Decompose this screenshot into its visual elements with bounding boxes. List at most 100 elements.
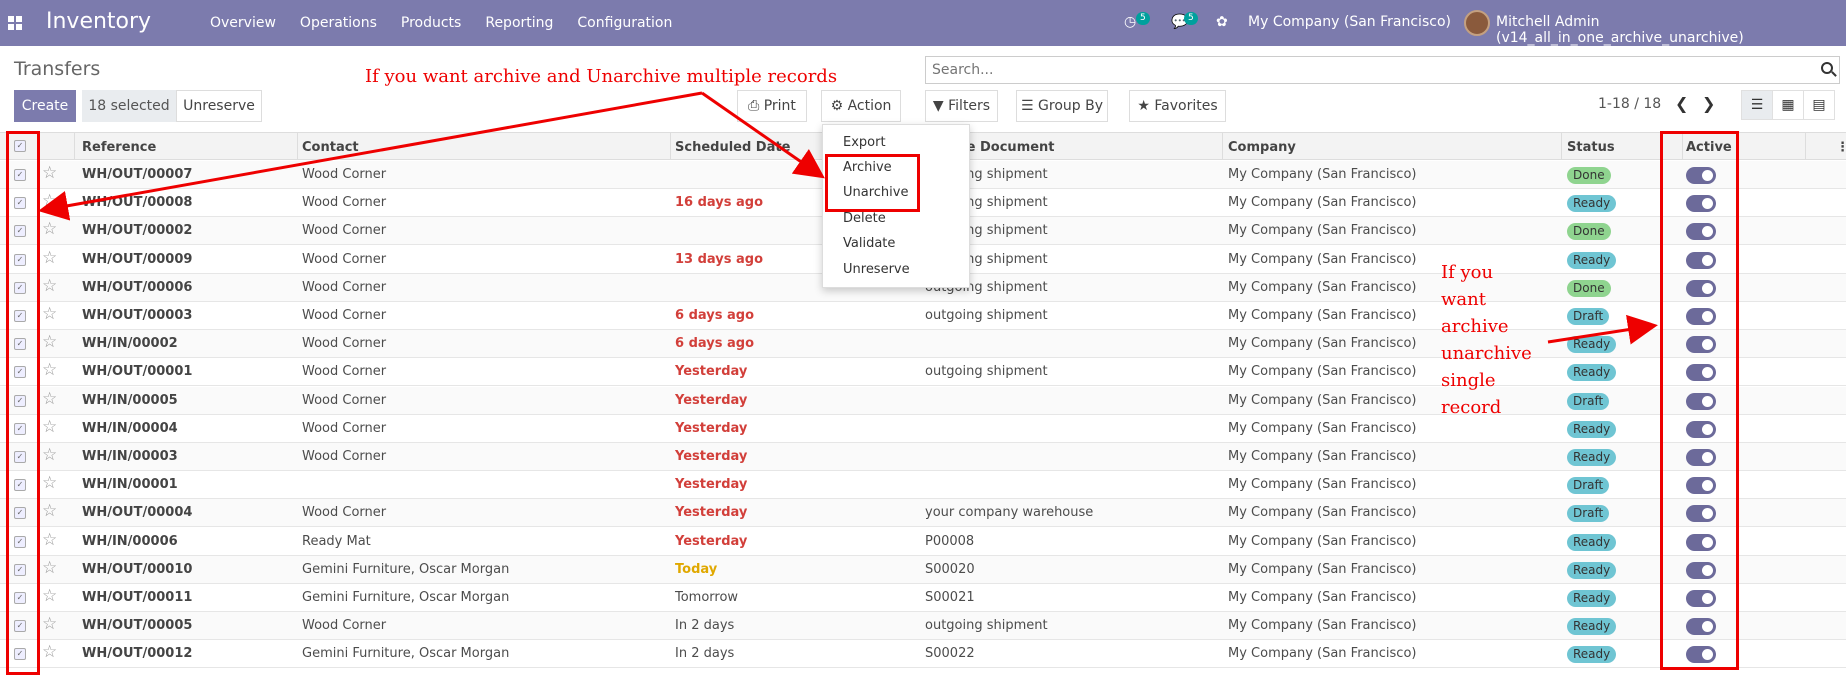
cell-source-document: outgoing shipment xyxy=(925,308,1048,323)
column-status[interactable]: Status xyxy=(1567,140,1615,155)
menu-overview[interactable]: Overview xyxy=(210,15,276,31)
debug-bug-icon[interactable]: ✿ xyxy=(1216,14,1228,30)
pager-value[interactable]: 1-18 / 18 xyxy=(1598,96,1661,112)
cell-contact: Wood Corner xyxy=(302,195,387,210)
priority-star-icon[interactable]: ☆ xyxy=(42,360,57,380)
favorites-button[interactable]: ★ Favorites xyxy=(1129,90,1226,122)
cell-reference: WH/OUT/00003 xyxy=(82,308,193,323)
annotation-multiple-records: If you want archive and Unarchive multip… xyxy=(365,66,838,87)
unreserve-button[interactable]: Unreserve xyxy=(176,90,262,122)
menu-item-export[interactable]: Export xyxy=(843,135,886,150)
cell-scheduled-date: 13 days ago xyxy=(675,252,764,267)
cell-company: My Company (San Francisco) xyxy=(1228,308,1417,323)
activity-clock-icon[interactable]: ◷ xyxy=(1124,14,1136,30)
priority-star-icon[interactable]: ☆ xyxy=(42,332,57,352)
cell-reference: WH/OUT/00005 xyxy=(82,618,193,633)
company-switcher[interactable]: My Company (San Francisco) xyxy=(1248,14,1451,30)
status-badge: Ready xyxy=(1567,618,1617,635)
priority-star-icon[interactable]: ☆ xyxy=(42,642,57,662)
cell-company: My Company (San Francisco) xyxy=(1228,618,1417,633)
cell-scheduled-date: In 2 days xyxy=(675,618,735,633)
app-name[interactable]: Inventory xyxy=(46,9,151,34)
menu-configuration[interactable]: Configuration xyxy=(577,15,672,31)
menu-item-unreserve[interactable]: Unreserve xyxy=(843,262,910,277)
menu-item-delete[interactable]: Delete xyxy=(843,211,886,226)
priority-star-icon[interactable]: ☆ xyxy=(42,191,57,211)
create-button[interactable]: Create xyxy=(14,90,76,122)
priority-star-icon[interactable]: ☆ xyxy=(42,586,57,606)
menu-reporting[interactable]: Reporting xyxy=(485,15,553,31)
table-row[interactable]: ✓ ☆ WH/OUT/00001 Wood Corner Yesterday outgoi… xyxy=(0,358,1846,386)
table-row[interactable]: ✓ ☆ WH/IN/00001 Yesterday My Company (San Fr… xyxy=(0,471,1846,499)
checkbox-column-highlight-box xyxy=(6,131,40,675)
calendar-view-icon[interactable]: ▤ xyxy=(1803,90,1835,120)
priority-star-icon[interactable]: ☆ xyxy=(42,276,57,296)
priority-star-icon[interactable]: ☆ xyxy=(42,163,57,183)
page-title[interactable]: Transfers xyxy=(14,58,100,80)
search-icon[interactable] xyxy=(1821,62,1833,74)
priority-star-icon[interactable]: ☆ xyxy=(42,445,57,465)
cell-scheduled-date: 6 days ago xyxy=(675,308,754,323)
table-row[interactable]: ✓ ☆ WH/IN/00006 Ready Mat Yesterday P00008 My … xyxy=(0,528,1846,556)
cell-source-document: S00020 xyxy=(925,562,975,577)
status-badge: Draft xyxy=(1567,308,1610,325)
table-row[interactable]: ✓ ☆ WH/IN/00003 Wood Corner Yesterday My Comp… xyxy=(0,443,1846,471)
groupby-button[interactable]: ☰ Group By xyxy=(1016,90,1108,122)
selected-count-button[interactable]: 18 selected xyxy=(82,90,176,122)
optional-columns-toggle-icon[interactable]: ⋮ xyxy=(1836,140,1846,155)
print-button[interactable]: ⎙ Print xyxy=(737,90,807,122)
column-contact[interactable]: Contact xyxy=(302,140,359,155)
table-row[interactable]: ✓ ☆ WH/OUT/00011 Gemini Furniture, Oscar Mo… xyxy=(0,584,1846,612)
priority-star-icon[interactable]: ☆ xyxy=(42,530,57,550)
menu-products[interactable]: Products xyxy=(401,15,461,31)
priority-star-icon[interactable]: ☆ xyxy=(42,501,57,521)
column-reference[interactable]: Reference xyxy=(82,140,156,155)
table-row[interactable]: ✓ ☆ WH/IN/00005 Wood Corner Yesterday My Comp… xyxy=(0,387,1846,415)
kanban-view-icon[interactable]: ▦ xyxy=(1772,90,1804,120)
status-badge: Draft xyxy=(1567,477,1610,494)
table-row[interactable]: ✓ ☆ WH/OUT/00010 Gemini Furniture, Oscar Mo… xyxy=(0,556,1846,584)
table-row[interactable]: ✓ ☆ WH/OUT/00004 Wood Corner Yesterday your c… xyxy=(0,499,1846,527)
priority-star-icon[interactable]: ☆ xyxy=(42,389,57,409)
column-company[interactable]: Company xyxy=(1228,140,1296,155)
user-avatar[interactable] xyxy=(1464,10,1490,36)
list-bars-icon: ☰ xyxy=(1021,98,1034,114)
priority-star-icon[interactable]: ☆ xyxy=(42,304,57,324)
menu-item-validate[interactable]: Validate xyxy=(843,236,895,251)
cell-scheduled-date: Yesterday xyxy=(675,421,748,436)
table-row[interactable]: ✓ ☆ WH/OUT/00003 Wood Corner 6 days ago outgo… xyxy=(0,302,1846,330)
search-input[interactable] xyxy=(926,57,1806,83)
cell-company: My Company (San Francisco) xyxy=(1228,223,1417,238)
priority-star-icon[interactable]: ☆ xyxy=(42,417,57,437)
pager-previous-chevron-icon[interactable]: ❮ xyxy=(1675,94,1688,113)
priority-star-icon[interactable]: ☆ xyxy=(42,614,57,634)
cell-source-document: P00008 xyxy=(925,534,975,549)
list-view-icon[interactable]: ☰ xyxy=(1741,90,1773,120)
cell-reference: WH/IN/00004 xyxy=(82,421,178,436)
table-row[interactable]: ✓ ☆ WH/OUT/00005 Wood Corner In 2 days outgoi… xyxy=(0,612,1846,640)
priority-star-icon[interactable]: ☆ xyxy=(42,558,57,578)
table-row[interactable]: ✓ ☆ WH/IN/00002 Wood Corner 6 days ago My Com… xyxy=(0,330,1846,358)
priority-star-icon[interactable]: ☆ xyxy=(42,248,57,268)
table-row[interactable]: ✓ ☆ WH/OUT/00012 Gemini Furniture, Oscar Mo… xyxy=(0,640,1846,668)
app-menu-icon[interactable] xyxy=(8,16,22,30)
cell-reference: WH/IN/00001 xyxy=(82,477,178,492)
pager-next-chevron-icon[interactable]: ❯ xyxy=(1702,94,1715,113)
status-badge: Ready xyxy=(1567,590,1617,607)
table-row[interactable]: ✓ ☆ WH/IN/00004 Wood Corner Yesterday My Comp… xyxy=(0,415,1846,443)
cell-reference: WH/OUT/00010 xyxy=(82,562,193,577)
cell-company: My Company (San Francisco) xyxy=(1228,393,1417,408)
menu-operations[interactable]: Operations xyxy=(300,15,377,31)
cell-contact: Gemini Furniture, Oscar Morgan xyxy=(302,590,510,605)
filters-button[interactable]: ▼ Filters xyxy=(925,90,998,122)
gear-icon: ⚙ xyxy=(830,98,844,114)
priority-star-icon[interactable]: ☆ xyxy=(42,473,57,493)
priority-star-icon[interactable]: ☆ xyxy=(42,219,57,239)
action-button[interactable]: ⚙ Action xyxy=(821,90,901,122)
user-menu[interactable]: Mitchell Admin (v14_all_in_one_archive_u… xyxy=(1496,14,1846,46)
cell-company: My Company (San Francisco) xyxy=(1228,252,1417,267)
column-scheduled-date[interactable]: Scheduled Date xyxy=(675,140,790,155)
cell-scheduled-date: Yesterday xyxy=(675,449,748,464)
cell-contact: Gemini Furniture, Oscar Morgan xyxy=(302,562,510,577)
cell-company: My Company (San Francisco) xyxy=(1228,421,1417,436)
